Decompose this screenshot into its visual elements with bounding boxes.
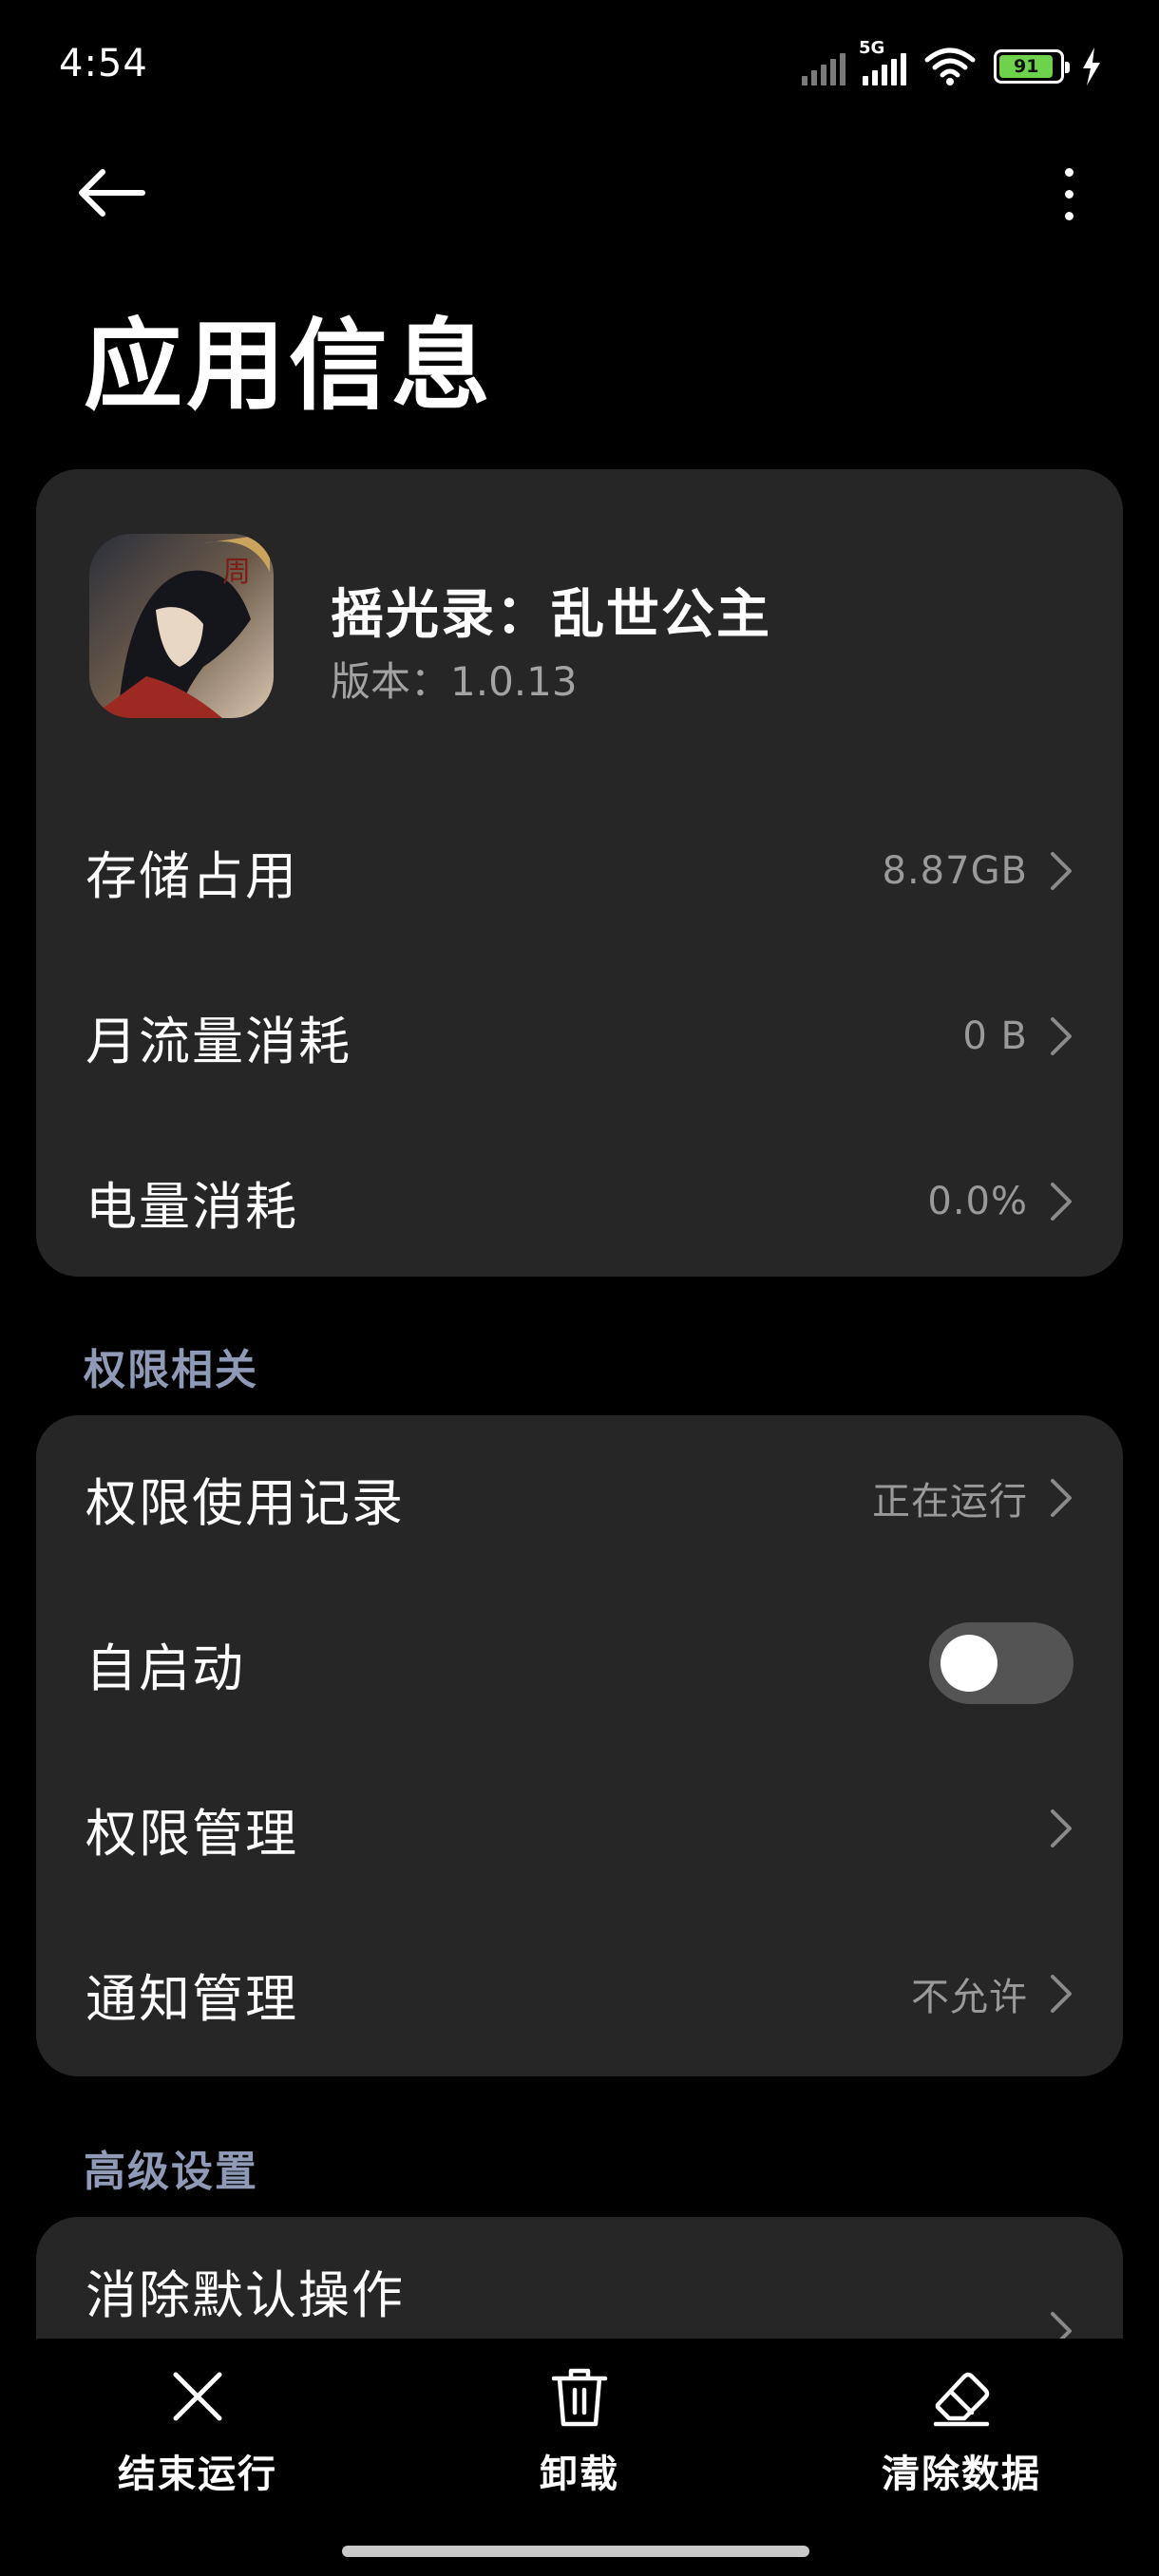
chevron-right-icon (1051, 1809, 1072, 1847)
back-arrow-icon (79, 169, 145, 217)
charging-icon (1083, 47, 1100, 85)
app-name: 摇光录：乱世公主 (331, 584, 771, 646)
close-icon (173, 2372, 222, 2421)
chevron-right-icon (1051, 1975, 1072, 2013)
force-stop-button[interactable]: 结束运行 (84, 2363, 312, 2506)
signal-icon (802, 47, 846, 85)
wifi-icon (924, 47, 976, 85)
clear-data-label: 清除数据 (882, 2453, 1041, 2496)
row-label: 电量消耗 (86, 1176, 298, 1237)
permissions-card: 权限使用记录 正在运行 自启动 权限管理 通知管理 不允许 (36, 1415, 1123, 2076)
trash-icon (551, 2368, 608, 2427)
app-info-card: 周 摇光录：乱世公主 版本：1.0.13 存储占用 8.87GB 月流量消耗 0… (36, 469, 1123, 1277)
more-options-button[interactable] (1036, 158, 1102, 230)
data-usage-row[interactable]: 月流量消耗 0 B (36, 954, 1123, 1119)
battery-icon: 91 (994, 49, 1070, 84)
back-button[interactable] (76, 160, 162, 226)
status-time: 4:54 (59, 42, 148, 85)
app-icon: 周 (89, 534, 274, 718)
battery-level: 91 (999, 55, 1054, 78)
chevron-right-icon (1051, 1183, 1072, 1221)
row-label: 消除默认操作 (86, 2265, 405, 2325)
toggle-knob (940, 1635, 998, 1692)
home-indicator[interactable] (342, 2546, 809, 2557)
section-title-advanced: 高级设置 (84, 2148, 258, 2196)
force-stop-label: 结束运行 (118, 2453, 277, 2496)
chevron-right-icon (1051, 852, 1072, 890)
row-label: 月流量消耗 (86, 1011, 352, 1071)
row-label: 通知管理 (86, 1968, 298, 2029)
notification-management-row[interactable]: 通知管理 不允许 (36, 1911, 1123, 2076)
app-header: 周 摇光录：乱世公主 版本：1.0.13 (89, 534, 1077, 724)
uninstall-label: 卸载 (540, 2453, 619, 2496)
app-info-screen: 4:54 5G 91 应用信息 周 摇光录：乱世公主 版本：1.0.13 存储占… (0, 0, 1159, 2576)
row-label: 存储占用 (86, 845, 298, 906)
chevron-right-icon (1051, 1017, 1072, 1055)
autostart-row[interactable]: 自启动 (36, 1581, 1123, 1746)
row-label: 自启动 (86, 1638, 245, 1698)
row-label: 权限管理 (86, 1803, 298, 1864)
status-icons: 5G 91 (802, 38, 1102, 87)
permission-history-row[interactable]: 权限使用记录 正在运行 (36, 1415, 1123, 1581)
row-value: 不允许 (911, 1976, 1028, 2019)
app-version: 版本：1.0.13 (331, 658, 578, 705)
uninstall-button[interactable]: 卸载 (466, 2363, 694, 2506)
signal-5g-icon: 5G (859, 38, 906, 85)
battery-usage-row[interactable]: 电量消耗 0.0% (36, 1119, 1123, 1277)
row-value: 正在运行 (872, 1480, 1028, 1524)
chevron-right-icon (1051, 1479, 1072, 1517)
autostart-toggle[interactable] (929, 1622, 1074, 1704)
network-type: 5G (859, 38, 885, 58)
page-title: 应用信息 (84, 308, 495, 424)
clear-data-button[interactable]: 清除数据 (847, 2363, 1075, 2506)
eraser-icon (933, 2372, 990, 2427)
bottom-action-bar: 结束运行 卸载 清除数据 (0, 2339, 1159, 2576)
row-value: 8.87GB (882, 849, 1028, 893)
permission-management-row[interactable]: 权限管理 (36, 1746, 1123, 1911)
status-bar: 4:54 5G 91 (0, 0, 1159, 133)
row-value: 0.0% (927, 1180, 1028, 1223)
svg-text:周: 周 (222, 556, 251, 589)
storage-usage-row[interactable]: 存储占用 8.87GB (36, 788, 1123, 954)
more-vertical-icon (1064, 167, 1074, 177)
section-title-permissions: 权限相关 (84, 1346, 258, 1394)
row-value: 0 B (962, 1014, 1028, 1058)
row-label: 权限使用记录 (86, 1472, 405, 1533)
